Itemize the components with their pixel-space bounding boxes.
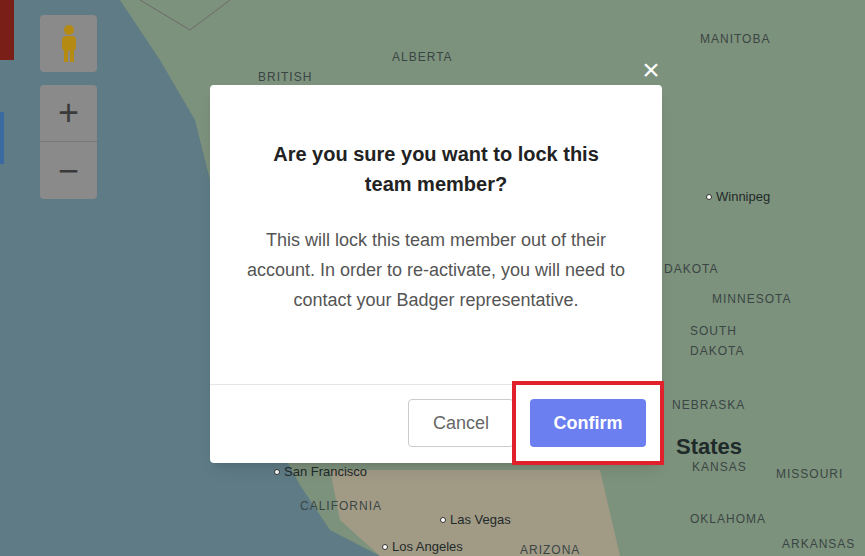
map-label: BRITISH: [258, 68, 312, 86]
map-label: OKLAHOMA: [690, 510, 766, 528]
map-label: ARKANSAS: [782, 535, 855, 553]
pegman-icon: [57, 24, 81, 64]
map-label: DAKOTA: [690, 342, 744, 360]
map-label: Winnipeg: [706, 187, 770, 207]
map-label: MISSOURI: [776, 465, 843, 483]
map-label: SOUTH: [690, 322, 737, 340]
zoom-controls: +−: [40, 85, 97, 199]
city-dot-icon: [440, 517, 446, 523]
left-edge-strip: [0, 0, 14, 60]
left-edge-tab[interactable]: [0, 112, 4, 164]
map-label: DAKOTA: [664, 260, 718, 278]
map-label: CALIFORNIA: [300, 497, 382, 515]
map-label: San Francisco: [274, 462, 367, 482]
map-label: States: [676, 430, 742, 463]
city-dot-icon: [382, 544, 388, 550]
zoom-out-button[interactable]: −: [40, 142, 97, 199]
map-label: MINNESOTA: [712, 290, 791, 308]
map-label: MANITOBA: [700, 30, 770, 48]
confirm-button[interactable]: Confirm: [530, 399, 646, 447]
map-label: NEBRASKA: [672, 396, 745, 414]
dialog-footer: Cancel Confirm: [210, 385, 662, 463]
button-wrap: Cancel: [408, 399, 514, 447]
city-dot-icon: [274, 469, 280, 475]
close-button[interactable]: ×: [638, 54, 664, 86]
map-label: Los Angeles: [382, 537, 463, 556]
city-dot-icon: [706, 194, 712, 200]
map-label: ARIZONA: [520, 541, 580, 556]
pegman-button[interactable]: [40, 15, 97, 72]
map-label: Las Vegas: [440, 510, 511, 530]
dialog-title: Are you sure you want to lock this team …: [250, 139, 622, 199]
highlight-box: Confirm: [530, 399, 646, 447]
dialog-divider: [210, 384, 662, 385]
cancel-button[interactable]: Cancel: [408, 399, 514, 447]
app: ALBERTA MANITOBA BRITISH Winnipeg DAKOTA MINN…: [0, 0, 865, 556]
map-label: ALBERTA: [392, 48, 453, 66]
map-label: KANSAS: [692, 458, 747, 476]
dialog: Are you sure you want to lock this team …: [210, 85, 662, 463]
dialog-body: This will lock this team member out of t…: [236, 225, 636, 315]
zoom-in-button[interactable]: +: [40, 85, 97, 142]
